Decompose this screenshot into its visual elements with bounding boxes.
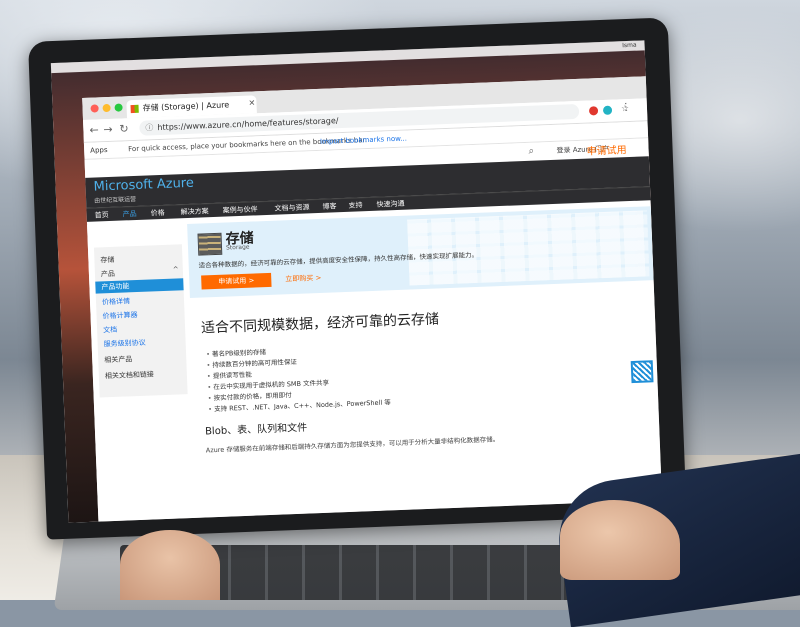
trial-link[interactable]: 申请试用 [586,141,626,158]
feature-list: 著名PB级别的存储 持续数百分钟的高可用性保证 提供读写性能 在云中实现用于虚拟… [206,342,391,415]
section-title: 适合不同规模数据，经济可靠的云存储 [200,311,440,337]
nav-docs[interactable]: 文档与资源 [274,202,309,213]
search-icon[interactable]: ⌕ [528,146,534,157]
back-icon[interactable]: ← [89,123,99,136]
apps-shortcut[interactable]: Apps [90,142,108,159]
sidebar-related-links[interactable]: 相关文档和链接 [105,369,154,381]
tab-title: 存储 (Storage) | Azure [142,100,230,113]
chevron-up-icon[interactable]: ^ [173,265,179,273]
minimize-window-icon[interactable] [102,103,111,113]
tab-close-icon[interactable]: ✕ [248,98,255,107]
browser-window: 存储 (Storage) | Azure ✕ ← → ↻ ⓘ https://w… [82,76,663,522]
menubar-user: Isma [622,41,637,50]
hero-banner: 存储 Storage 适合各种数据的，经济可靠的云存储，提供高度安全性保障，持久… [187,206,654,298]
azure-logo[interactable]: Microsoft Azure [93,176,194,195]
laptop-screen: Isma 存储 (Storage) | Azure ✕ ← → ↻ ⓘ http… [50,40,663,523]
forward-icon[interactable]: → [103,123,113,136]
browser-menu-icon[interactable]: ⋮ [621,102,631,113]
laptop-screen-bezel: Isma 存储 (Storage) | Azure ✕ ← → ↻ ⓘ http… [28,17,687,540]
info-icon: ⓘ [145,123,154,133]
close-window-icon[interactable] [90,104,99,113]
opera-extension-icon[interactable] [588,106,599,116]
nav-blog[interactable]: 博客 [322,201,336,212]
sidebar-item-calculator[interactable]: 价格计算器 [102,310,137,321]
import-bookmarks-link[interactable]: Import bookmarks now... [320,131,407,150]
microsoft-logo-icon [130,104,139,114]
qr-code-icon[interactable] [630,360,654,384]
buy-now-link[interactable]: 立即购买 > [285,273,321,284]
nav-solutions[interactable]: 解决方案 [180,206,208,217]
sidebar-item-sla[interactable]: 服务级别协议 [103,338,146,350]
page-content: 存储 Storage 适合各种数据的，经济可靠的云存储，提供高度安全性保障，持久… [86,200,663,522]
hero-decoration [407,210,650,286]
left-hand [120,530,220,600]
subsection-heading: Blob、表、队列和文件 [204,422,308,438]
sidebar: 存储 产品 ^ 产品功能 价格详情 价格计算器 文档 服务级别协议 相关产品 相… [93,244,188,398]
hero-subtitle: Storage [225,243,250,252]
nav-products[interactable]: 产品 [122,209,137,220]
nav-contact[interactable]: 快速沟通 [376,199,404,210]
storage-icon [197,232,223,256]
nav-support[interactable]: 支持 [348,200,362,211]
sidebar-product[interactable]: 产品 [101,269,115,280]
extension-icon[interactable] [602,105,613,115]
sidebar-section[interactable]: 存储 [100,255,114,266]
azure-operator-note: 由世纪互联运营 [94,195,137,205]
sidebar-item-pricing[interactable]: 价格详情 [102,296,130,307]
sidebar-item-features[interactable]: 产品功能 [95,278,184,294]
nav-home[interactable]: 首页 [95,210,109,221]
zoom-window-icon[interactable] [114,103,123,112]
apply-trial-button[interactable]: 申请试用 > [201,272,272,290]
reload-icon[interactable]: ↻ [119,122,129,135]
url-text: https://www.azure.cn/home/features/stora… [157,116,339,133]
nav-cases[interactable]: 案例与伙伴 [222,204,257,215]
nav-pricing[interactable]: 价格 [150,208,165,219]
sidebar-item-docs[interactable]: 文档 [103,325,117,336]
sidebar-related[interactable]: 相关产品 [104,354,132,365]
